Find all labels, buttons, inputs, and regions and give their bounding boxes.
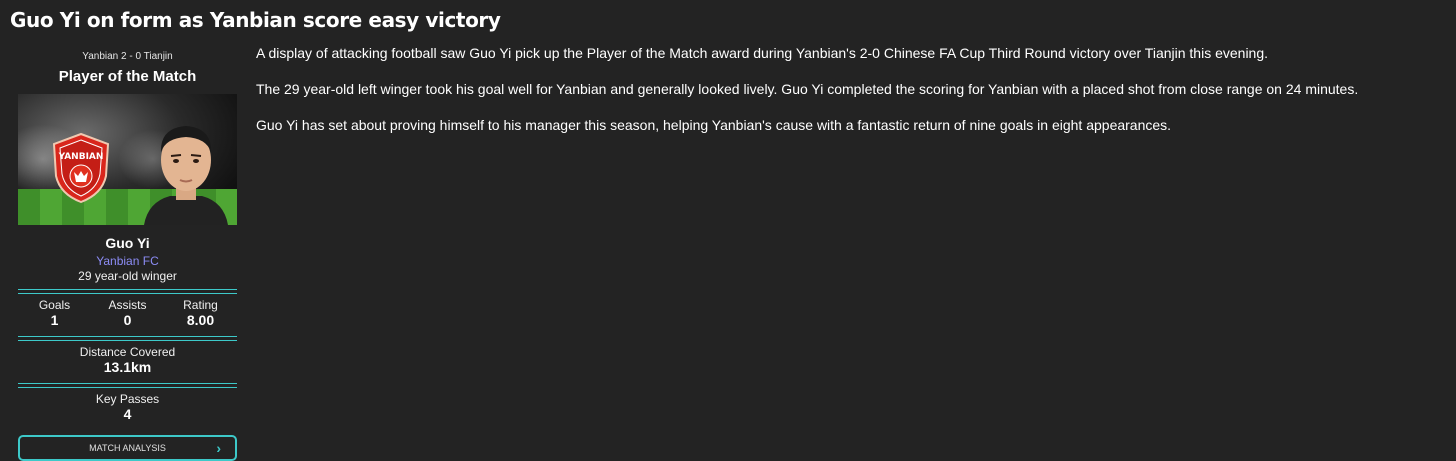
article-paragraph: A display of attacking football saw Guo … bbox=[256, 45, 1269, 61]
stat-label: Key Passes bbox=[95, 392, 160, 406]
player-name: Guo Yi bbox=[105, 235, 150, 251]
stat-key-passes: Key Passes 4 bbox=[18, 388, 237, 425]
player-avatar bbox=[144, 126, 228, 225]
article-headline: Guo Yi on form as Yanbian score easy vic… bbox=[10, 8, 501, 32]
article-paragraph: The 29 year-old left winger took his goa… bbox=[256, 81, 1359, 97]
stat-label: Goals bbox=[38, 298, 71, 312]
stat-goals: Goals 1 bbox=[18, 298, 90, 329]
match-score-line: Yanbian 2 - 0 Tianjin bbox=[82, 51, 173, 62]
match-analysis-button[interactable]: MATCH ANALYSIS › bbox=[18, 435, 237, 461]
stat-assists: Assists 0 bbox=[91, 298, 163, 329]
stat-distance: Distance Covered 13.1km bbox=[18, 341, 237, 378]
match-analysis-label: MATCH ANALYSIS bbox=[89, 443, 166, 453]
crest-text: YANBIAN bbox=[58, 152, 104, 162]
stat-value: 0 bbox=[123, 312, 132, 328]
club-link[interactable]: Yanbian FC bbox=[18, 253, 237, 269]
stats-row: Goals 1 Assists 0 Rating 8.00 bbox=[18, 294, 237, 331]
stat-label: Distance Covered bbox=[79, 345, 176, 359]
panel-title: Player of the Match bbox=[58, 68, 197, 85]
article-body: A display of attacking football saw Guo … bbox=[256, 44, 1456, 152]
stat-rating: Rating 8.00 bbox=[164, 298, 236, 329]
article-paragraph: Guo Yi has set about proving himself to … bbox=[256, 117, 1172, 133]
player-of-the-match-panel: Yanbian 2 - 0 Tianjin Player of the Matc… bbox=[18, 50, 237, 461]
stat-value: 8.00 bbox=[186, 312, 215, 328]
stat-label: Assists bbox=[108, 298, 147, 312]
club-crest-icon: YANBIAN bbox=[52, 132, 110, 204]
chevron-right-icon: › bbox=[216, 440, 221, 456]
stat-value: 13.1km bbox=[103, 359, 152, 375]
player-photo-card: YANBIAN bbox=[18, 94, 237, 225]
stat-value: 4 bbox=[123, 406, 132, 422]
stat-value: 1 bbox=[50, 312, 59, 328]
stat-label: Rating bbox=[183, 298, 218, 312]
player-role: 29 year-old winger bbox=[78, 269, 177, 283]
